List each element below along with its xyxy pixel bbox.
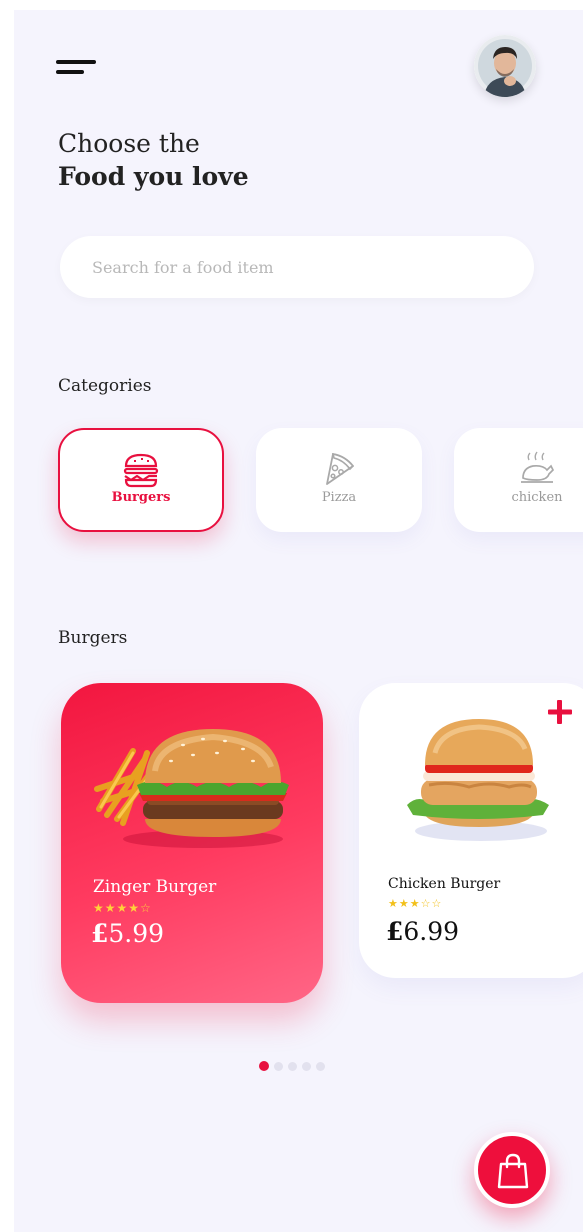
category-burgers[interactable]: Burgers xyxy=(58,428,224,532)
burger-icon xyxy=(123,453,159,488)
menu-button[interactable] xyxy=(56,56,104,82)
currency-symbol: £ xyxy=(386,917,404,946)
profile-photo xyxy=(474,35,536,97)
rating-stars: ★★★☆☆ xyxy=(388,897,443,910)
pagination-dot-1[interactable] xyxy=(259,1061,269,1071)
search-input[interactable] xyxy=(60,236,534,298)
category-label: Burgers xyxy=(111,490,171,505)
product-price: £5.99 xyxy=(91,919,164,948)
product-card-chicken-burger[interactable]: Chicken Burger ★★★☆☆ £6.99 xyxy=(359,683,583,978)
pagination-dot-3[interactable] xyxy=(288,1062,297,1071)
product-name: Zinger Burger xyxy=(93,877,217,897)
product-card-zinger-burger[interactable]: Zinger Burger ★★★★☆ £5.99 xyxy=(61,683,323,1003)
rating-stars: ★★★★☆ xyxy=(93,901,152,915)
product-name: Chicken Burger xyxy=(388,876,501,892)
pagination-dot-2[interactable] xyxy=(274,1062,283,1071)
app-screen: Choose the Food you love Categories Burg… xyxy=(14,10,583,1232)
categories-heading: Categories xyxy=(58,376,152,396)
currency-symbol: £ xyxy=(91,919,109,948)
price-amount: 5.99 xyxy=(108,919,165,948)
menu-icon-line xyxy=(56,70,84,74)
burger-fries-image xyxy=(94,729,289,848)
category-chicken[interactable]: chicken xyxy=(454,428,583,532)
category-label: chicken xyxy=(511,490,563,505)
product-price: £6.99 xyxy=(386,917,459,946)
greeting-line-1: Choose the xyxy=(58,129,200,158)
pagination-dot-5[interactable] xyxy=(316,1062,325,1071)
pagination-dot-4[interactable] xyxy=(302,1062,311,1071)
shopping-bag-icon xyxy=(497,1153,529,1189)
price-amount: 6.99 xyxy=(403,917,460,946)
chicken-burger-image xyxy=(407,719,549,841)
menu-icon xyxy=(56,60,96,64)
chicken-icon xyxy=(521,451,555,483)
avatar[interactable] xyxy=(474,35,536,97)
pizza-icon xyxy=(326,453,355,485)
category-label: Pizza xyxy=(321,490,357,505)
products-heading: Burgers xyxy=(58,628,128,648)
page-title: Choose the Food you love xyxy=(58,128,249,194)
greeting-line-2: Food you love xyxy=(58,162,249,191)
category-pizza[interactable]: Pizza xyxy=(256,428,422,532)
cart-button[interactable] xyxy=(474,1132,550,1208)
